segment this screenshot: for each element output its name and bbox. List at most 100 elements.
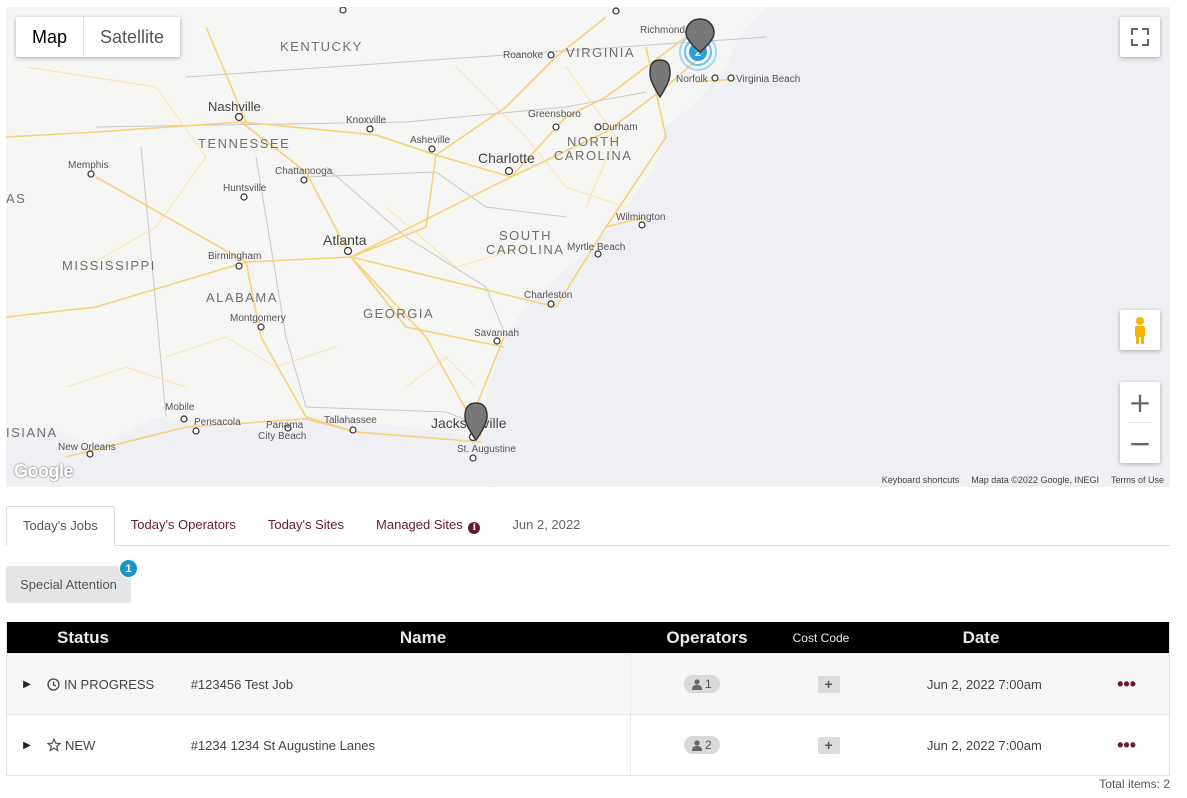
map-type-control: Map Satellite <box>16 17 181 57</box>
tab-date[interactable]: Jun 2, 2022 <box>496 506 596 545</box>
plus-icon: + <box>1128 385 1152 419</box>
expand-row-icon[interactable]: ▶ <box>7 679 47 690</box>
minus-icon: − <box>1128 426 1152 460</box>
total-items: Total items: 2 <box>1099 777 1170 791</box>
map-label-south: SOUTH <box>499 228 552 243</box>
tab-todays-sites[interactable]: Today's Sites <box>252 506 360 545</box>
table-row[interactable]: ▶ IN PROGRESS #123456 Test Job 1 + Jun 2… <box>7 653 1169 714</box>
user-icon <box>691 678 702 690</box>
special-attention-count-badge: 1 <box>119 559 138 578</box>
map-city-memphis: Memphis <box>68 160 109 171</box>
map-city-roanoke: Roanoke <box>503 50 543 61</box>
job-name[interactable]: #1234 1234 St Augustine Lanes <box>187 715 631 775</box>
cost-code-cell: + <box>773 675 885 693</box>
map-city-savannah: Savannah <box>474 328 519 339</box>
column-header-cost-code[interactable]: Cost Code <box>771 631 871 645</box>
map-city-mobile: Mobile <box>165 402 195 413</box>
jobs-table: Status Name Operators Cost Code Date ▶ I… <box>6 622 1170 776</box>
map-city-atlanta: Atlanta <box>323 232 367 248</box>
map-city-panama-city: Panama <box>266 420 304 431</box>
map-city-panama-city-2: City Beach <box>258 431 306 442</box>
google-logo: Google <box>14 461 74 481</box>
map-basemap: KENTUCKY VIRGINIA TENNESSEE NORTH CAROLI… <box>6 7 1170 487</box>
map-label-kentucky: KENTUCKY <box>280 39 363 54</box>
add-cost-code-button[interactable]: + <box>817 736 840 754</box>
status-text: NEW <box>64 737 96 753</box>
info-icon[interactable]: i <box>468 522 481 534</box>
map-label-mississippi: MISSISSIPPI <box>62 258 156 273</box>
map-label-carolina-n: CAROLINA <box>554 148 632 163</box>
clock-icon <box>47 677 60 691</box>
map-city-nashville: Nashville <box>208 99 261 114</box>
keyboard-shortcuts-link[interactable]: Keyboard shortcuts <box>882 475 960 485</box>
map-label-tennessee: TENNESSEE <box>198 136 290 151</box>
map-city-new-orleans: New Orleans <box>58 442 116 453</box>
more-actions-icon[interactable]: ••• <box>1084 735 1169 756</box>
map-city-montgomery: Montgomery <box>230 313 286 324</box>
map-city-asheville: Asheville <box>410 135 450 146</box>
tab-todays-operators[interactable]: Today's Operators <box>115 506 252 545</box>
tab-managed-sites-label: Managed Sites <box>376 517 463 532</box>
map-label-as: AS <box>6 191 26 206</box>
map-city-birmingham: Birmingham <box>208 251 261 262</box>
map-city-greensboro: Greensboro <box>528 109 581 120</box>
zoom-out-button[interactable]: − <box>1120 423 1160 463</box>
column-header-name[interactable]: Name <box>215 628 631 648</box>
status-cell: IN PROGRESS <box>47 677 187 692</box>
tab-managed-sites[interactable]: Managed Sites i <box>360 506 496 545</box>
tab-bar: Today's Jobs Today's Operators Today's S… <box>6 506 1170 546</box>
add-cost-code-button[interactable]: + <box>817 675 840 693</box>
job-date: Jun 2, 2022 7:00am <box>926 676 1042 692</box>
map-city-huntsville: Huntsville <box>223 183 267 194</box>
map-city-virginia-beach: Virginia Beach <box>736 74 800 85</box>
map-city-durham: Durham <box>602 122 638 133</box>
zoom-control: + − <box>1120 382 1160 463</box>
table-header: Status Name Operators Cost Code Date <box>7 622 1169 653</box>
status-text: IN PROGRESS <box>63 676 155 692</box>
tab-todays-jobs[interactable]: Today's Jobs <box>6 506 115 546</box>
map-label-georgia: GEORGIA <box>363 306 434 321</box>
operators-cell: 1 <box>631 675 773 693</box>
cost-code-cell: + <box>773 736 885 754</box>
operators-count: 1 <box>704 677 712 691</box>
map-label-virginia: VIRGINIA <box>566 45 635 60</box>
star-outline-icon <box>46 738 61 752</box>
column-header-date[interactable]: Date <box>871 628 1091 648</box>
special-attention-button[interactable]: Special Attention <box>6 566 131 603</box>
map-city-richmond: Richmond <box>640 25 685 36</box>
map-label-alabama: ALABAMA <box>206 290 278 305</box>
map[interactable]: KENTUCKY VIRGINIA TENNESSEE NORTH CAROLI… <box>6 7 1170 487</box>
user-icon <box>691 739 702 751</box>
map-city-knoxville: Knoxville <box>346 115 386 126</box>
map-city-norfolk: Norfolk <box>676 74 709 85</box>
map-label-north: NORTH <box>567 134 620 149</box>
map-type-map-button[interactable]: Map <box>16 17 83 57</box>
map-attribution: Keyboard shortcuts Map data ©2022 Google… <box>882 475 1164 485</box>
map-city-tallahassee: Tallahassee <box>324 415 377 426</box>
map-type-satellite-button[interactable]: Satellite <box>83 17 180 57</box>
job-name[interactable]: #123456 Test Job <box>187 654 631 714</box>
operators-count: 2 <box>704 738 712 752</box>
column-header-operators[interactable]: Operators <box>631 628 771 648</box>
zoom-in-button[interactable]: + <box>1120 382 1160 422</box>
street-view-pegman-button[interactable] <box>1120 310 1160 350</box>
map-label-carolina-s: CAROLINA <box>486 242 564 257</box>
map-city-myrtle-beach: Myrtle Beach <box>567 242 625 253</box>
map-label-isiana: ISIANA <box>6 425 58 440</box>
map-city-charleston: Charleston <box>524 290 572 301</box>
status-cell: NEW <box>46 737 187 753</box>
expand-row-icon[interactable]: ▶ <box>7 740 47 751</box>
map-city-charlotte: Charlotte <box>478 150 535 166</box>
column-header-status[interactable]: Status <box>7 628 215 648</box>
map-data-text: Map data ©2022 Google, INEGI <box>971 475 1099 485</box>
map-city-chattanooga: Chattanooga <box>275 166 333 177</box>
table-row[interactable]: ▶ NEW #1234 1234 St Augustine Lanes 2 + … <box>7 714 1169 775</box>
map-city-evansville: Evansville <box>201 7 246 10</box>
pegman-icon <box>1135 317 1145 344</box>
operators-count-pill[interactable]: 1 <box>683 675 720 693</box>
more-actions-icon[interactable]: ••• <box>1084 674 1169 695</box>
operators-count-pill[interactable]: 2 <box>683 736 720 754</box>
fullscreen-button[interactable] <box>1120 17 1160 57</box>
terms-of-use-link[interactable]: Terms of Use <box>1111 475 1164 485</box>
operators-cell: 2 <box>631 736 773 754</box>
